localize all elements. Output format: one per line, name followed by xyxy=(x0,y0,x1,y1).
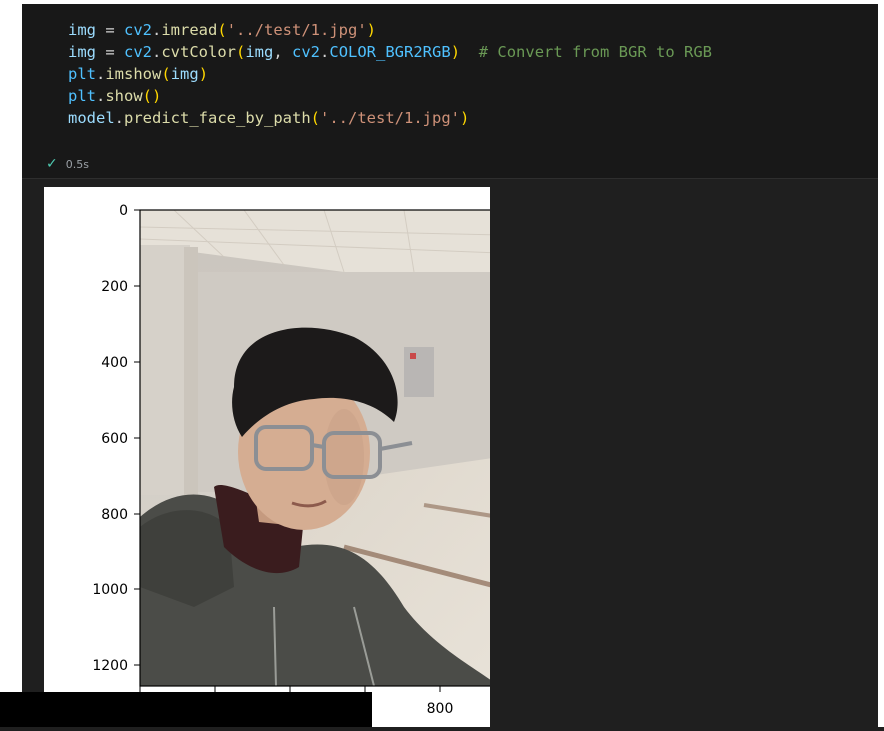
code-line-3: plt.imshow(img) xyxy=(68,65,209,83)
execution-time: 0.5s xyxy=(65,158,89,171)
code-line-4: plt.show() xyxy=(68,87,162,105)
right-border xyxy=(878,0,884,727)
y-axis: 0 200 400 600 800 1000 1200 xyxy=(92,203,140,674)
code-line-1: img = cv2.imread('../test/1.jpg') xyxy=(68,21,377,39)
left-border xyxy=(0,0,22,727)
y-tick-label: 400 xyxy=(101,355,128,371)
y-tick-label: 800 xyxy=(101,507,128,523)
code-line-2: img = cv2.cvtColor(img, cv2.COLOR_BGR2RG… xyxy=(68,43,712,61)
code-line-5: model.predict_face_by_path('../test/1.jp… xyxy=(68,109,470,127)
y-tick-label: 0 xyxy=(119,203,128,219)
y-tick-label: 1000 xyxy=(92,582,128,598)
y-tick-label: 1200 xyxy=(92,658,128,674)
matplotlib-figure: 0 200 400 600 800 1000 1200 800 xyxy=(44,187,500,727)
cell-output: 0 200 400 600 800 1000 1200 800 xyxy=(22,179,878,727)
photo xyxy=(140,210,499,686)
check-icon: ✓ xyxy=(46,156,58,172)
execution-status: ✓ 0.5s xyxy=(46,154,89,174)
y-tick-label: 200 xyxy=(101,279,128,295)
code-editor[interactable]: img = cv2.imread('../test/1.jpg') img = … xyxy=(68,19,712,129)
code-cell[interactable]: img = cv2.imread('../test/1.jpg') img = … xyxy=(22,4,878,179)
y-tick-label: 600 xyxy=(101,431,128,447)
figure-canvas: 0 200 400 600 800 1000 1200 800 xyxy=(92,203,500,717)
x-tick-label: 800 xyxy=(427,701,454,717)
taskbar-overlay xyxy=(0,692,372,727)
